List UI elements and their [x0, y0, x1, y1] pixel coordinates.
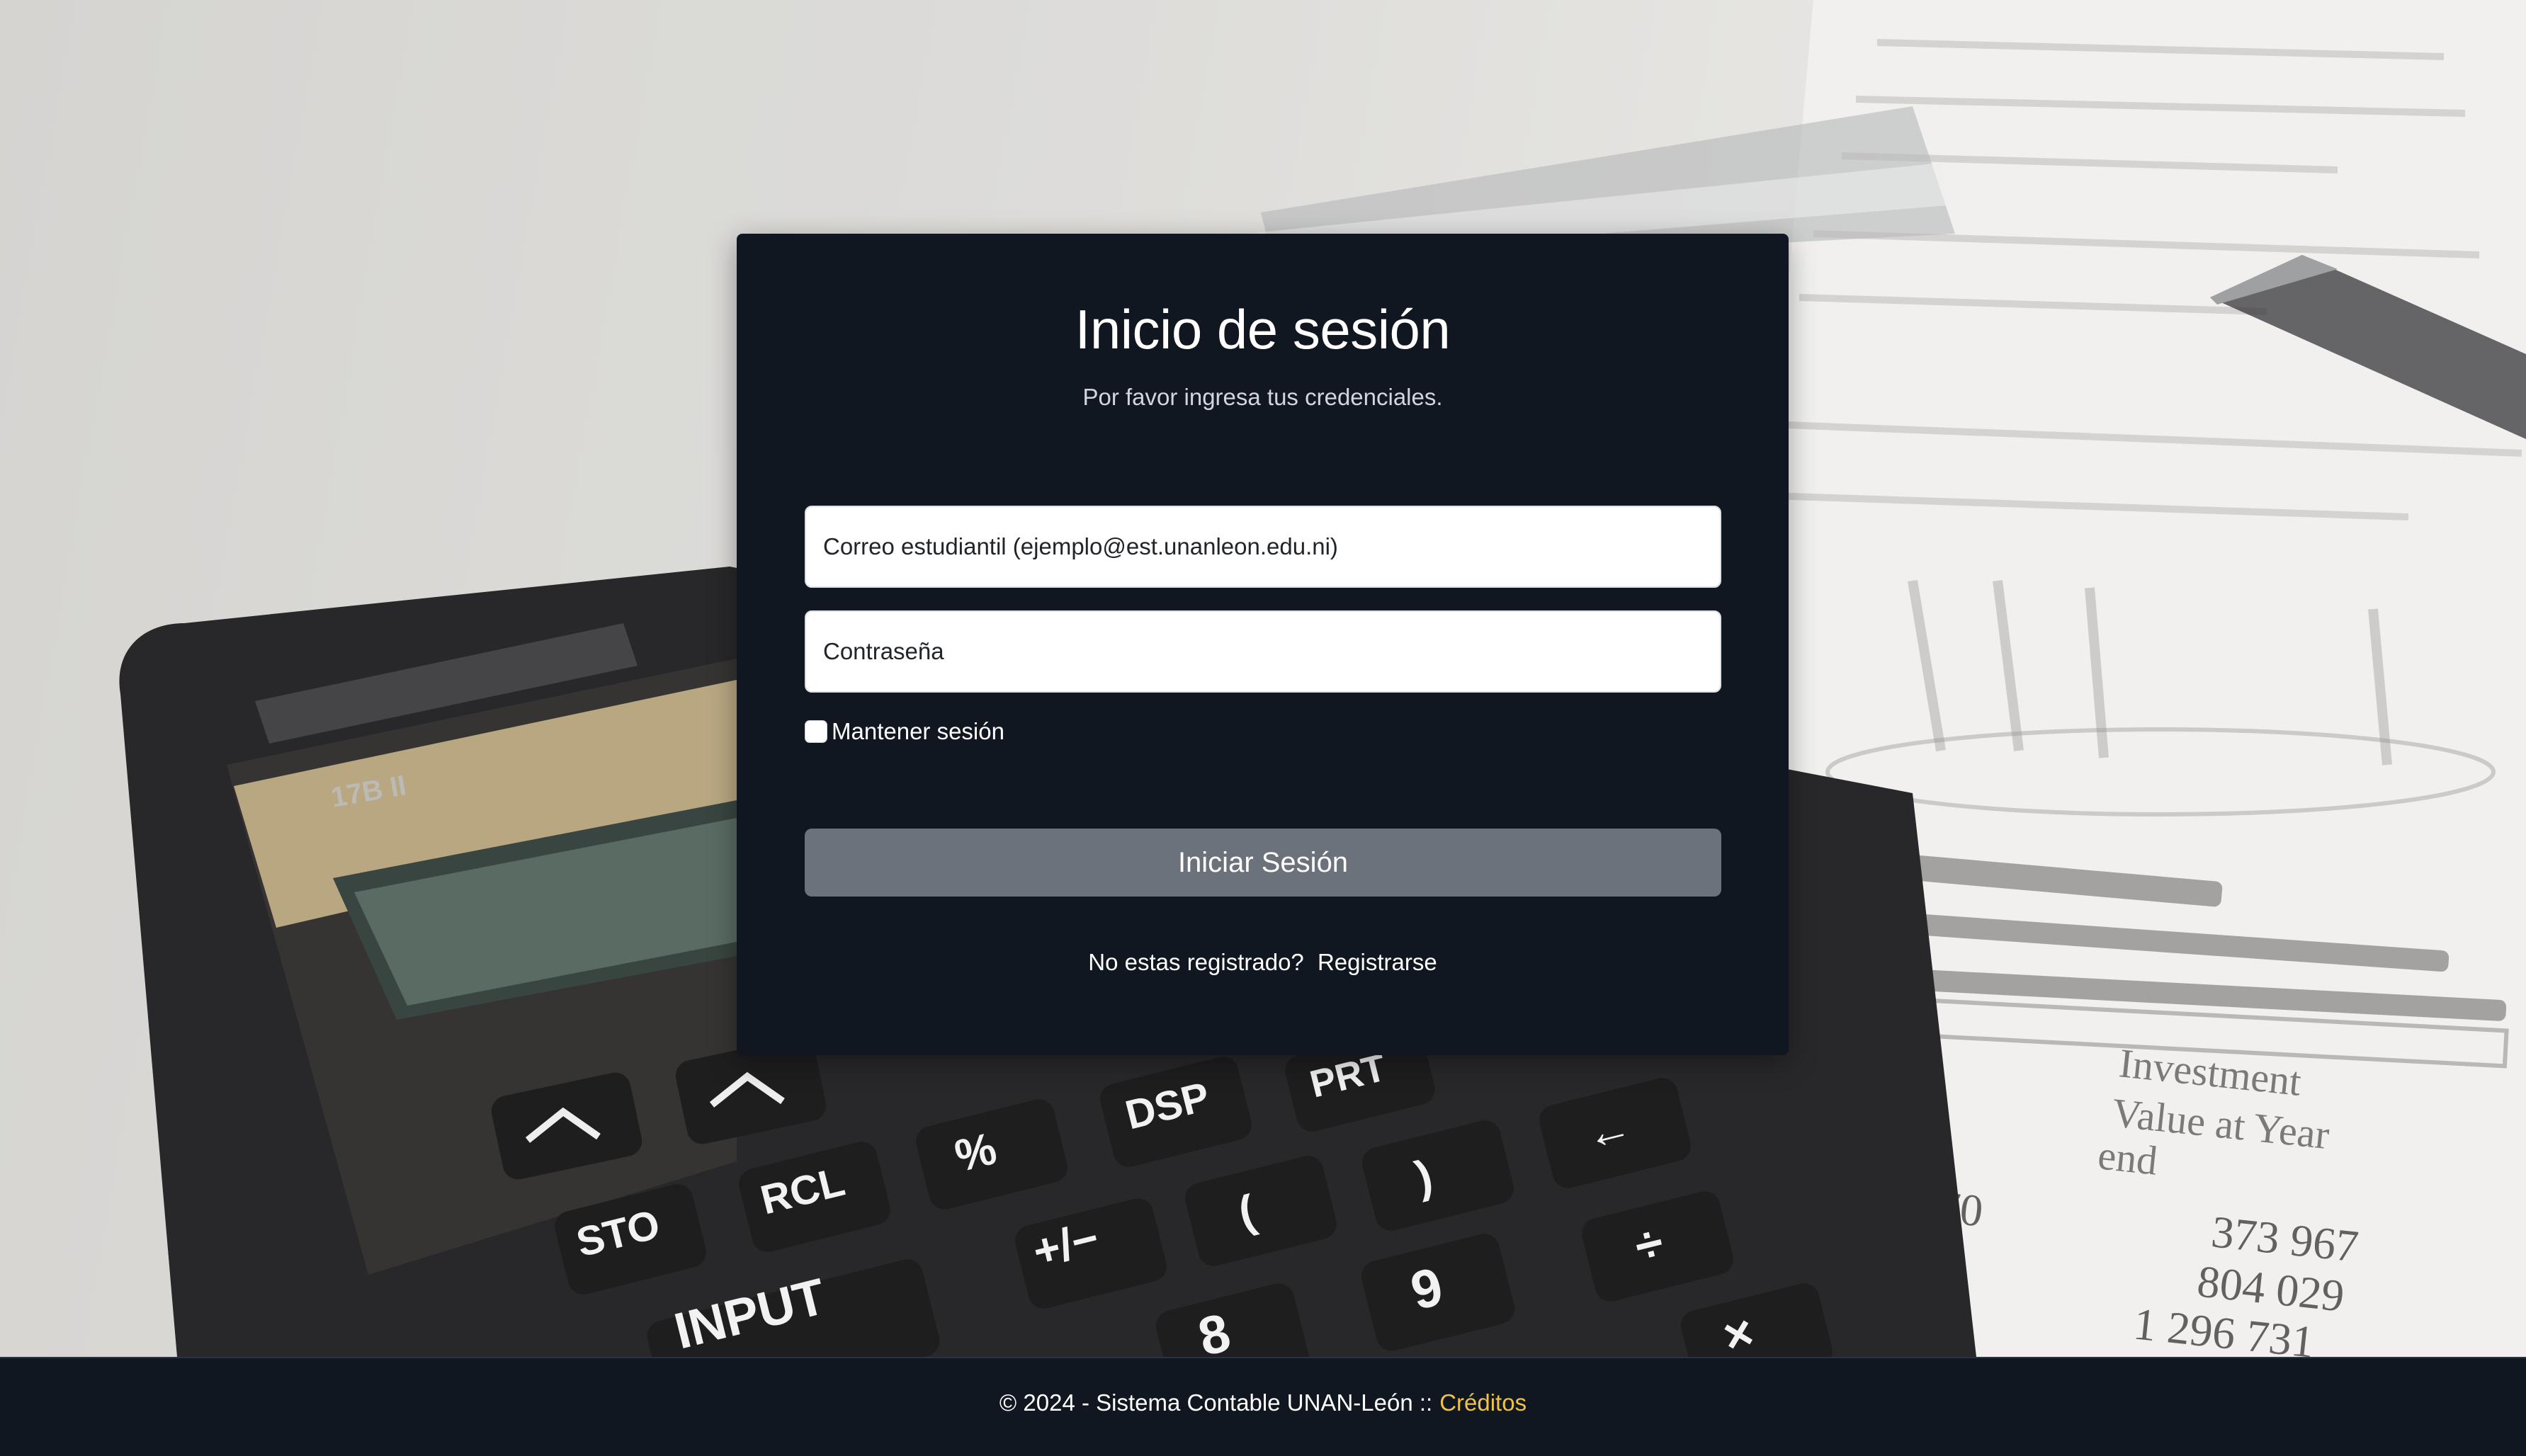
email-input[interactable]	[805, 506, 1721, 588]
footer: © 2024 - Sistema Contable UNAN-León :: C…	[0, 1357, 2526, 1456]
login-subtitle: Por favor ingresa tus credenciales.	[1082, 384, 1443, 410]
register-link[interactable]: Registrarse	[1318, 949, 1437, 975]
login-button[interactable]: Iniciar Sesión	[805, 829, 1721, 897]
remember-label: Mantener sesión	[832, 718, 1004, 744]
credits-link[interactable]: Créditos	[1439, 1389, 1527, 1416]
register-prompt: No estas registrado?	[1088, 949, 1304, 975]
password-input[interactable]	[805, 610, 1721, 693]
footer-text: © 2024 - Sistema Contable UNAN-León ::	[999, 1389, 1433, 1416]
login-title: Inicio de sesión	[1075, 298, 1451, 360]
remember-session[interactable]: Mantener sesión	[805, 718, 1004, 745]
register-row: No estas registrado? Registrarse	[737, 949, 1789, 976]
remember-checkbox[interactable]	[805, 720, 827, 743]
login-card: Inicio de sesión Por favor ingresa tus c…	[737, 234, 1789, 1055]
